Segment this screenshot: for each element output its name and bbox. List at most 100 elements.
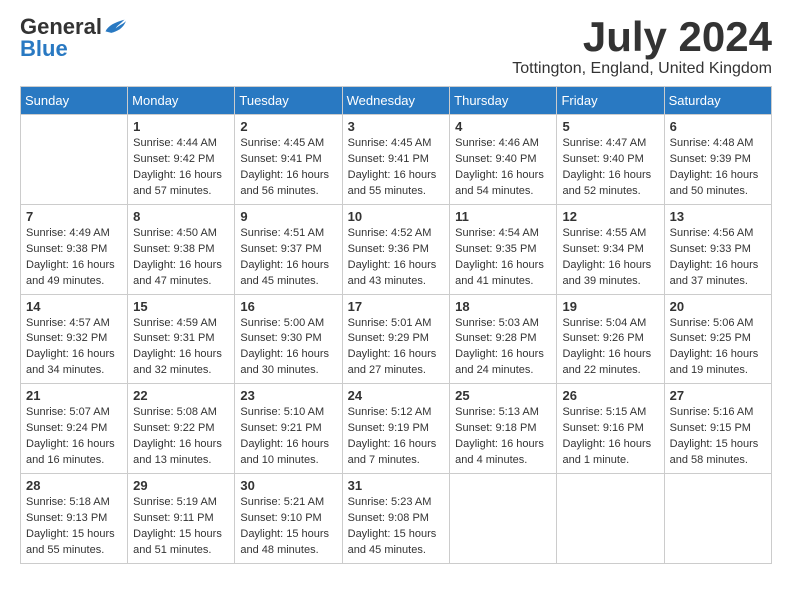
calendar-cell: 30 Sunrise: 5:21 AM Sunset: 9:10 PM Dayli… [235,474,342,564]
day-number: 9 [240,209,336,224]
day-number: 28 [26,478,122,493]
calendar-cell: 15 Sunrise: 4:59 AM Sunset: 9:31 PM Dayli… [128,294,235,384]
calendar-cell: 19Sunrise: 5:04 AM Sunset: 9:26 PM Dayli… [557,294,664,384]
day-number: 25 [455,388,551,403]
calendar-day-header: Saturday [664,87,771,115]
day-number: 21 [26,388,122,403]
day-number: 4 [455,119,551,134]
calendar-day-header: Tuesday [235,87,342,115]
day-number: 7 [26,209,122,224]
calendar-cell: 27Sunrise: 5:16 AM Sunset: 9:15 PM Dayli… [664,384,771,474]
calendar-cell: 7 Sunrise: 4:49 AM Sunset: 9:38 PM Daylig… [21,204,128,294]
calendar-day-header: Friday [557,87,664,115]
day-number: 11 [455,209,551,224]
calendar-cell: 29 Sunrise: 5:19 AM Sunset: 9:11 PM Dayli… [128,474,235,564]
day-info: Sunrise: 5:03 AM Sunset: 9:28 PM Dayligh… [455,316,551,380]
day-number: 24 [348,388,445,403]
calendar-cell: 6Sunrise: 4:48 AM Sunset: 9:39 PM Daylig… [664,115,771,205]
day-number: 12 [562,209,658,224]
calendar-day-header: Wednesday [342,87,450,115]
calendar-cell: 28Sunrise: 5:18 AM Sunset: 9:13 PM Dayli… [21,474,128,564]
day-info: Sunrise: 4:45 AM Sunset: 9:41 PM Dayligh… [348,136,445,200]
day-info: Sunrise: 5:23 AM Sunset: 9:08 PM Dayligh… [348,495,445,559]
calendar-cell: 12 Sunrise: 4:55 AM Sunset: 9:34 PM Dayli… [557,204,664,294]
calendar-cell: 11 Sunrise: 4:54 AM Sunset: 9:35 PM Dayli… [450,204,557,294]
calendar-week-row: 14 Sunrise: 4:57 AM Sunset: 9:32 PM Dayli… [21,294,772,384]
logo: General Blue [20,16,126,62]
calendar-cell [557,474,664,564]
calendar-cell: 26 Sunrise: 5:15 AM Sunset: 9:16 PM Dayli… [557,384,664,474]
day-info: Sunrise: 4:56 AM Sunset: 9:33 PM Dayligh… [670,226,766,290]
day-number: 22 [133,388,229,403]
calendar-cell: 17 Sunrise: 5:01 AM Sunset: 9:29 PM Dayli… [342,294,450,384]
calendar-cell: 25 Sunrise: 5:13 AM Sunset: 9:18 PM Dayli… [450,384,557,474]
day-info: Sunrise: 4:55 AM Sunset: 9:34 PM Dayligh… [562,226,658,290]
day-number: 1 [133,119,229,134]
calendar-week-row: 7 Sunrise: 4:49 AM Sunset: 9:38 PM Daylig… [21,204,772,294]
calendar-cell: 13 Sunrise: 4:56 AM Sunset: 9:33 PM Dayli… [664,204,771,294]
calendar-cell [450,474,557,564]
day-number: 30 [240,478,336,493]
day-info: Sunrise: 5:04 AM Sunset: 9:26 PM Dayligh… [562,316,658,380]
day-info: Sunrise: 5:10 AM Sunset: 9:21 PM Dayligh… [240,405,336,469]
day-info: Sunrise: 4:48 AM Sunset: 9:39 PM Dayligh… [670,136,766,200]
calendar-week-row: 21 Sunrise: 5:07 AM Sunset: 9:24 PM Dayli… [21,384,772,474]
day-info: Sunrise: 4:44 AM Sunset: 9:42 PM Dayligh… [133,136,229,200]
calendar-cell: 10Sunrise: 4:52 AM Sunset: 9:36 PM Dayli… [342,204,450,294]
calendar-cell: 22 Sunrise: 5:08 AM Sunset: 9:22 PM Dayli… [128,384,235,474]
day-info: Sunrise: 5:07 AM Sunset: 9:24 PM Dayligh… [26,405,122,469]
day-info: Sunrise: 5:15 AM Sunset: 9:16 PM Dayligh… [562,405,658,469]
location-text: Tottington, England, United Kingdom [512,60,772,78]
page-header: General Blue July 2024 Tottington, Engla… [20,16,772,78]
day-number: 18 [455,299,551,314]
day-number: 31 [348,478,445,493]
calendar-day-header: Monday [128,87,235,115]
calendar-cell: 4Sunrise: 4:46 AM Sunset: 9:40 PM Daylig… [450,115,557,205]
day-info: Sunrise: 5:12 AM Sunset: 9:19 PM Dayligh… [348,405,445,469]
calendar-cell: 14 Sunrise: 4:57 AM Sunset: 9:32 PM Dayli… [21,294,128,384]
day-info: Sunrise: 4:51 AM Sunset: 9:37 PM Dayligh… [240,226,336,290]
day-number: 15 [133,299,229,314]
logo-blue-text: Blue [20,36,68,61]
day-number: 5 [562,119,658,134]
calendar-day-header: Sunday [21,87,128,115]
day-number: 23 [240,388,336,403]
day-info: Sunrise: 5:21 AM Sunset: 9:10 PM Dayligh… [240,495,336,559]
day-number: 29 [133,478,229,493]
calendar-week-row: 28Sunrise: 5:18 AM Sunset: 9:13 PM Dayli… [21,474,772,564]
calendar-cell: 20Sunrise: 5:06 AM Sunset: 9:25 PM Dayli… [664,294,771,384]
day-info: Sunrise: 4:49 AM Sunset: 9:38 PM Dayligh… [26,226,122,290]
calendar-cell [664,474,771,564]
day-info: Sunrise: 5:01 AM Sunset: 9:29 PM Dayligh… [348,316,445,380]
calendar-cell: 31 Sunrise: 5:23 AM Sunset: 9:08 PM Dayli… [342,474,450,564]
day-number: 13 [670,209,766,224]
day-info: Sunrise: 4:45 AM Sunset: 9:41 PM Dayligh… [240,136,336,200]
calendar-cell: 16Sunrise: 5:00 AM Sunset: 9:30 PM Dayli… [235,294,342,384]
day-number: 3 [348,119,445,134]
day-number: 20 [670,299,766,314]
day-info: Sunrise: 5:19 AM Sunset: 9:11 PM Dayligh… [133,495,229,559]
day-number: 14 [26,299,122,314]
day-number: 26 [562,388,658,403]
calendar-cell [21,115,128,205]
day-info: Sunrise: 4:59 AM Sunset: 9:31 PM Dayligh… [133,316,229,380]
logo-bird-icon [104,18,126,36]
day-number: 10 [348,209,445,224]
day-info: Sunrise: 5:08 AM Sunset: 9:22 PM Dayligh… [133,405,229,469]
calendar-cell: 8Sunrise: 4:50 AM Sunset: 9:38 PM Daylig… [128,204,235,294]
calendar-cell: 5 Sunrise: 4:47 AM Sunset: 9:40 PM Daylig… [557,115,664,205]
day-number: 17 [348,299,445,314]
calendar-cell: 3 Sunrise: 4:45 AM Sunset: 9:41 PM Daylig… [342,115,450,205]
calendar-cell: 2 Sunrise: 4:45 AM Sunset: 9:41 PM Daylig… [235,115,342,205]
title-block: July 2024 Tottington, England, United Ki… [512,16,772,78]
calendar-week-row: 1 Sunrise: 4:44 AM Sunset: 9:42 PM Daylig… [21,115,772,205]
day-number: 2 [240,119,336,134]
calendar-cell: 9 Sunrise: 4:51 AM Sunset: 9:37 PM Daylig… [235,204,342,294]
day-info: Sunrise: 4:54 AM Sunset: 9:35 PM Dayligh… [455,226,551,290]
day-info: Sunrise: 5:00 AM Sunset: 9:30 PM Dayligh… [240,316,336,380]
month-title: July 2024 [512,16,772,58]
calendar-cell: 21 Sunrise: 5:07 AM Sunset: 9:24 PM Dayli… [21,384,128,474]
day-info: Sunrise: 4:47 AM Sunset: 9:40 PM Dayligh… [562,136,658,200]
day-info: Sunrise: 4:57 AM Sunset: 9:32 PM Dayligh… [26,316,122,380]
day-info: Sunrise: 5:13 AM Sunset: 9:18 PM Dayligh… [455,405,551,469]
